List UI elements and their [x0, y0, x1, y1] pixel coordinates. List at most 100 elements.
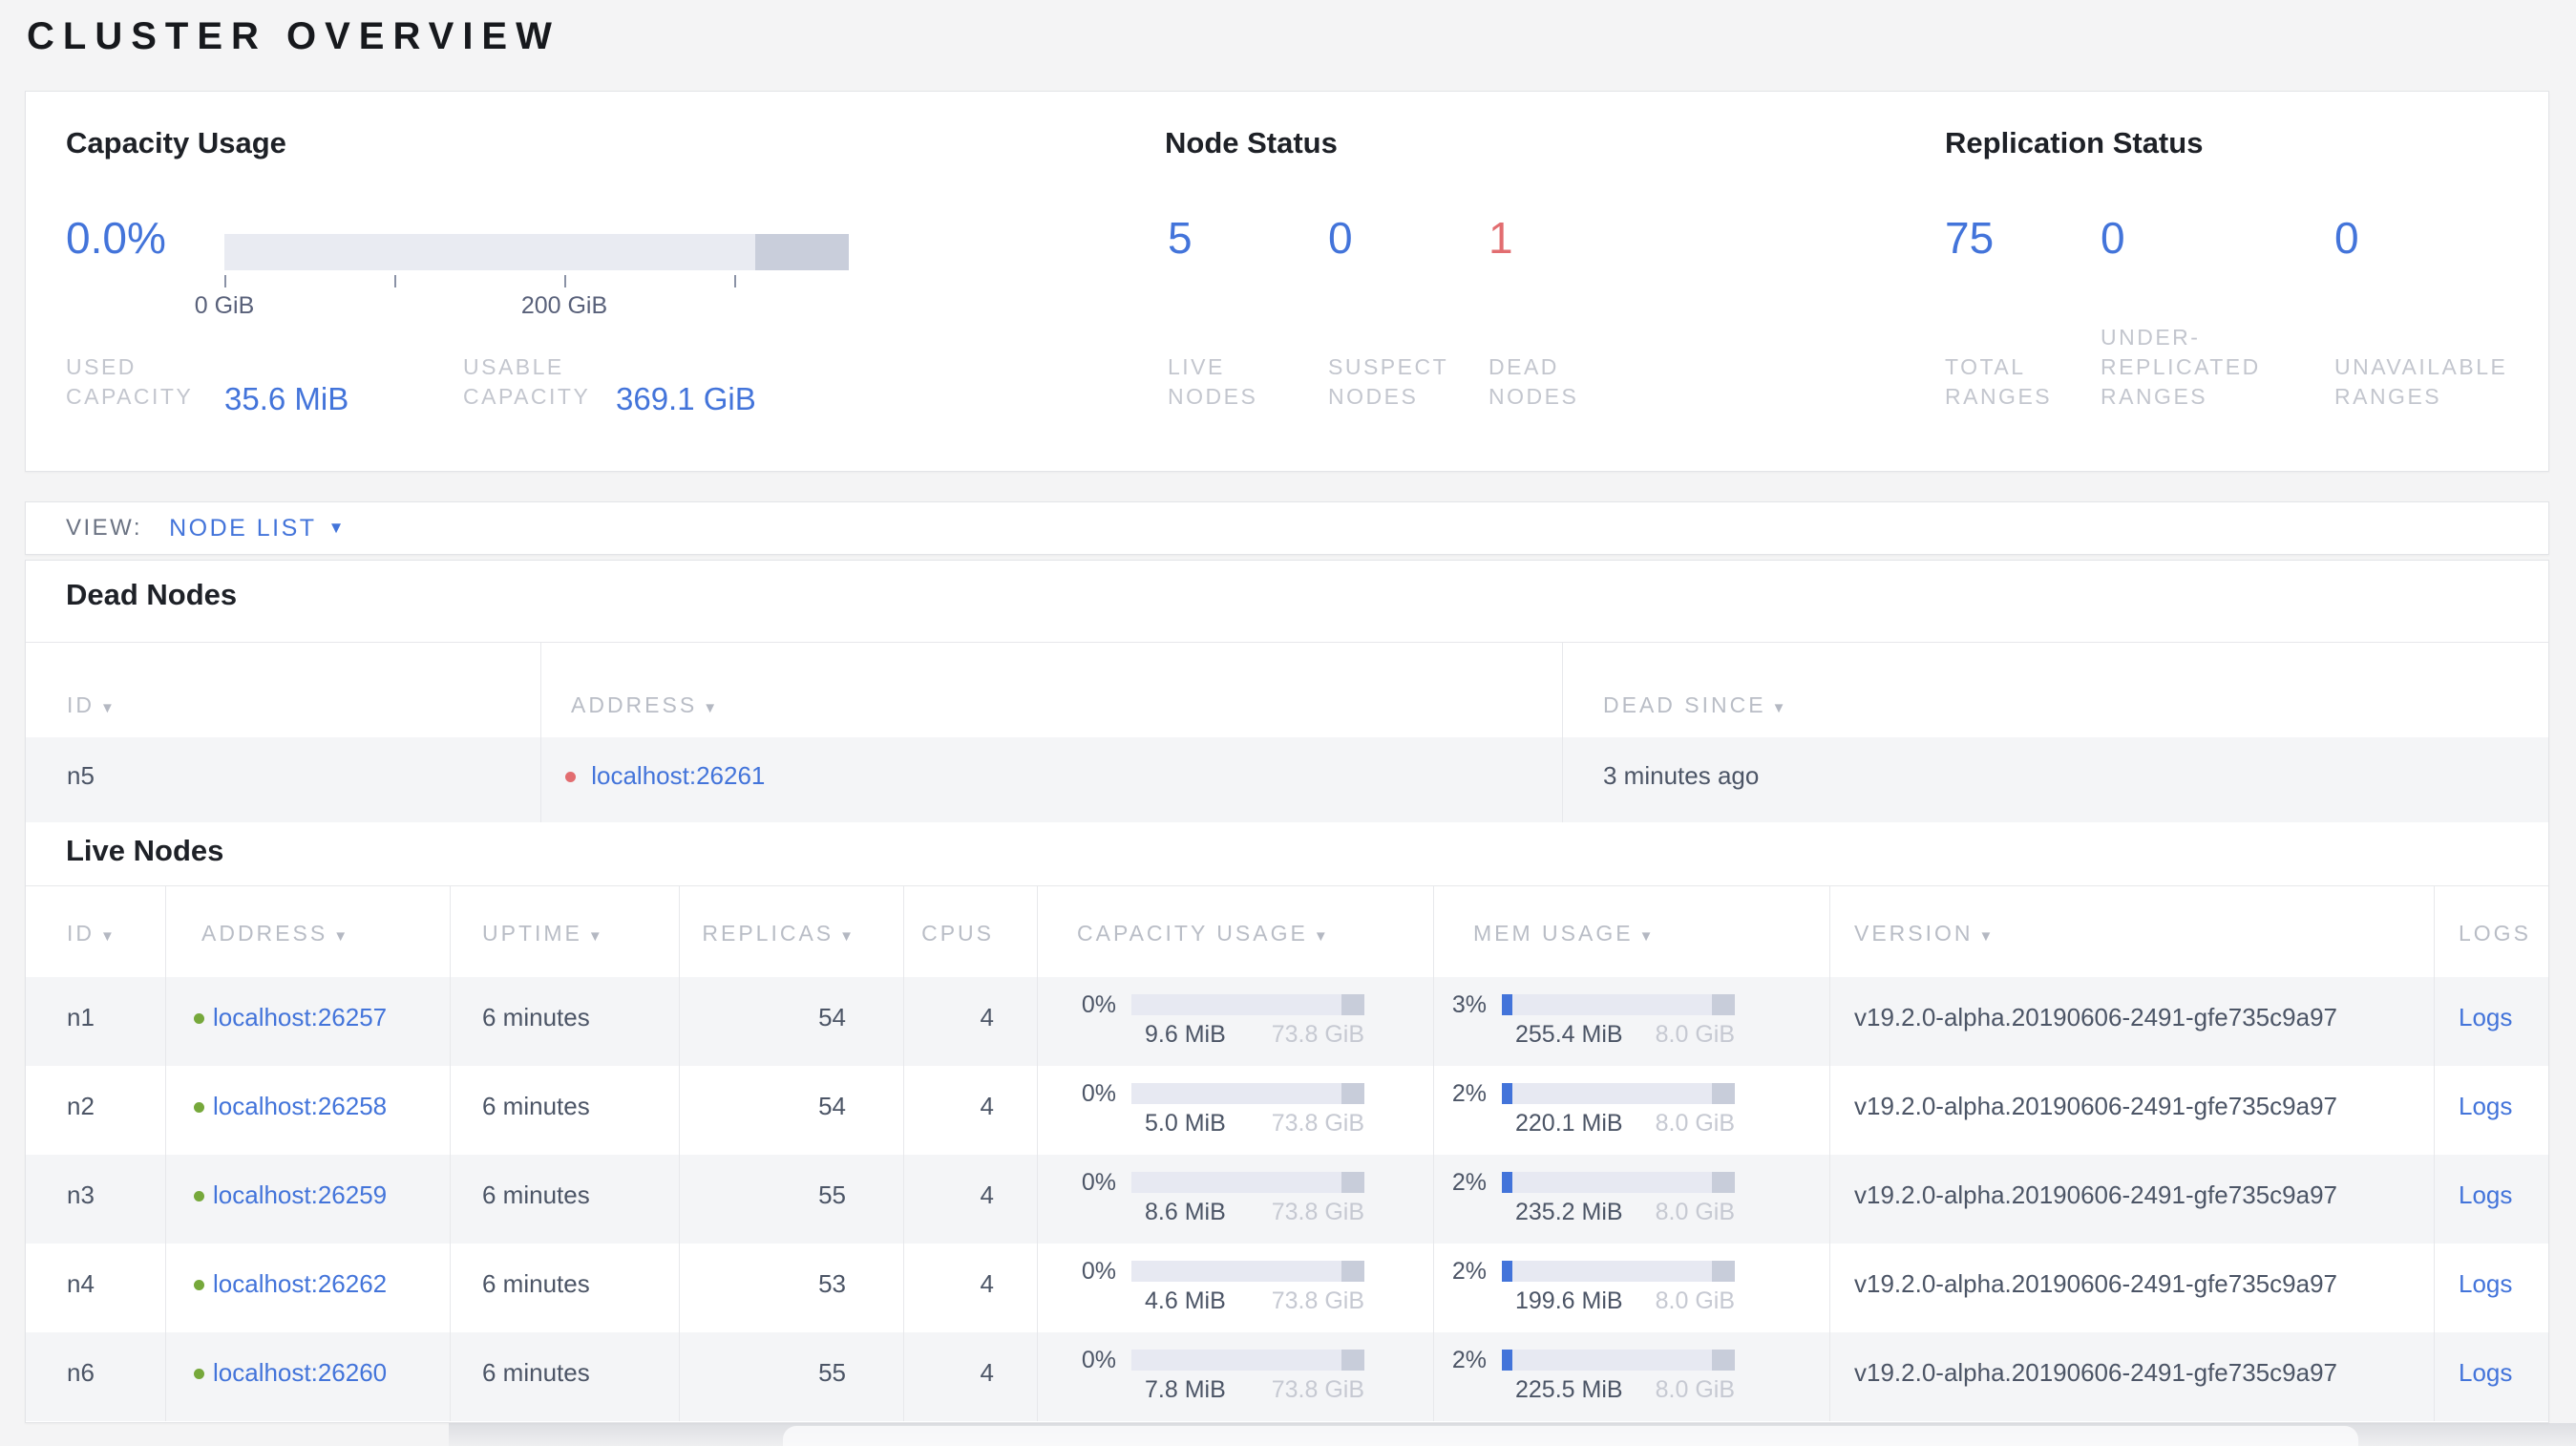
logs-link[interactable]: Logs [2459, 1269, 2512, 1299]
capacity-usage-bar [1131, 1083, 1364, 1104]
sort-desc-icon: ▼ [587, 928, 602, 945]
capacity-total: 73.8 GiB [1271, 1110, 1364, 1137]
column-divider [679, 885, 680, 1421]
live-status-icon [194, 1369, 204, 1379]
capacity-values: 9.6 MiB 73.8 GiB [1131, 1021, 1364, 1049]
dead-nodes-title: Dead Nodes [66, 578, 238, 611]
col-uptime[interactable]: UPTIME ▼ [482, 921, 602, 946]
page-title: CLUSTER OVERVIEW [27, 15, 560, 57]
memory-bar-fill [1502, 994, 1512, 1015]
memory-total: 8.0 GiB [1655, 1199, 1735, 1225]
live-nodes-table-header: ID ▼ ADDRESS ▼ UPTIME ▼ REPLICAS ▼ CPUS CAPA… [26, 885, 2548, 978]
capacity-usage-bar [224, 234, 849, 270]
dead-status-icon [565, 772, 576, 782]
node-id: n5 [67, 761, 95, 790]
col-logs: LOGS [2459, 921, 2531, 946]
logs-link[interactable]: Logs [2459, 1092, 2512, 1121]
node-id: n4 [67, 1269, 95, 1298]
cluster-summary-panel: Capacity Usage 0.0% 0 GiB 200 GiB USED C… [25, 91, 2549, 472]
capacity-percent: 0% [1081, 1080, 1116, 1107]
node-id: n6 [67, 1358, 95, 1387]
live-status-icon [194, 1102, 204, 1113]
node-address: localhost:26261 [565, 761, 765, 791]
usable-capacity-label: USABLE CAPACITY [463, 354, 591, 409]
node-address-link[interactable]: localhost:26258 [213, 1092, 387, 1120]
node-cpus: 4 [980, 1269, 994, 1298]
live-nodes-title: Live Nodes [66, 834, 224, 867]
capacity-usage-title: Capacity Usage [66, 126, 286, 159]
logs-link[interactable]: Logs [2459, 1180, 2512, 1210]
capacity-used: 8.6 MiB [1145, 1199, 1226, 1225]
column-divider [1829, 885, 1830, 1421]
memory-percent: 2% [1451, 1258, 1487, 1285]
node-address-link[interactable]: localhost:26257 [213, 1003, 387, 1031]
memory-usage-bar [1502, 1083, 1735, 1104]
total-ranges-stat: 75 TOTAL RANGES [1945, 92, 2093, 471]
live-node-row: n2 localhost:26258 6 minutes 54 4 0% 5.0… [26, 1066, 2548, 1155]
bottom-panel-edge [783, 1426, 2358, 1446]
memory-usage-bar [1502, 1350, 1735, 1371]
memory-used: 255.4 MiB [1515, 1021, 1623, 1048]
node-address-link[interactable]: localhost:26262 [213, 1269, 387, 1298]
used-capacity-value: 35.6 MiB [224, 381, 349, 416]
memory-values: 199.6 MiB 8.0 GiB [1502, 1287, 1735, 1315]
col-address[interactable]: ADDRESS ▼ [201, 921, 348, 946]
node-address-link[interactable]: localhost:26261 [591, 761, 765, 790]
col-version[interactable]: VERSION ▼ [1854, 921, 1993, 946]
sort-desc-icon: ▼ [333, 928, 348, 945]
node-address: localhost:26260 [194, 1358, 387, 1388]
live-status-icon [194, 1191, 204, 1201]
capacity-used: 7.8 MiB [1145, 1376, 1226, 1403]
sort-desc-icon: ▼ [1978, 928, 1994, 945]
dead-col-id[interactable]: ID ▼ [67, 692, 115, 718]
node-address-link[interactable]: localhost:26260 [213, 1358, 387, 1387]
memory-usage-bar [1502, 994, 1735, 1015]
node-address: localhost:26259 [194, 1180, 387, 1210]
capacity-values: 8.6 MiB 73.8 GiB [1131, 1199, 1364, 1226]
node-version: v19.2.0-alpha.20190606-2491-gfe735c9a97 [1854, 1092, 2337, 1120]
node-version: v19.2.0-alpha.20190606-2491-gfe735c9a97 [1854, 1003, 2337, 1031]
col-replicas[interactable]: REPLICAS ▼ [679, 921, 854, 946]
suspect-nodes-label: SUSPECT NODES [1328, 354, 1448, 409]
used-capacity-label: USED CAPACITY [66, 354, 194, 409]
capacity-usage-bar [1131, 1172, 1364, 1193]
live-node-row: n6 localhost:26260 6 minutes 55 4 0% 7.8… [26, 1332, 2548, 1421]
column-divider [165, 885, 166, 1421]
sort-desc-icon: ▼ [1313, 928, 1328, 945]
node-list-panel: Dead Nodes ID ▼ ADDRESS ▼ DEAD SINCE ▼ n5 l… [25, 560, 2549, 1423]
capacity-percent: 0% [1081, 991, 1116, 1018]
view-selected-option: NODE LIST [169, 514, 317, 542]
dead-col-address[interactable]: ADDRESS ▼ [571, 692, 717, 718]
capacity-usage-bar [1131, 1350, 1364, 1371]
node-id: n3 [67, 1180, 95, 1209]
capacity-values: 5.0 MiB 73.8 GiB [1131, 1110, 1364, 1138]
node-id: n2 [67, 1092, 95, 1120]
sort-desc-icon: ▼ [1771, 700, 1786, 716]
under-replicated-count: 0 [2101, 213, 2125, 263]
logs-link[interactable]: Logs [2459, 1003, 2512, 1032]
view-selector-dropdown[interactable]: NODE LIST ▼ [169, 515, 347, 542]
capacity-percent: 0% [1081, 1258, 1116, 1285]
logs-link[interactable]: Logs [2459, 1358, 2512, 1388]
col-id[interactable]: ID ▼ [67, 921, 115, 946]
node-cpus: 4 [980, 1180, 994, 1209]
capacity-used-percent: 0.0% [66, 213, 166, 263]
sort-desc-icon: ▼ [100, 700, 115, 716]
capacity-total: 73.8 GiB [1271, 1287, 1364, 1314]
node-replicas: 54 [818, 1003, 846, 1031]
node-address-link[interactable]: localhost:26259 [213, 1180, 387, 1209]
view-label: VIEW: [66, 515, 143, 541]
col-mem-usage[interactable]: MEM USAGE ▼ [1473, 921, 1653, 946]
col-capacity-usage[interactable]: CAPACITY USAGE ▼ [1077, 921, 1328, 946]
live-node-row: n1 localhost:26257 6 minutes 54 4 0% 9.6… [26, 977, 2548, 1066]
capacity-total: 73.8 GiB [1271, 1199, 1364, 1225]
capacity-percent: 0% [1081, 1169, 1116, 1196]
unavailable-label: UNAVAILABLE RANGES [2334, 354, 2508, 409]
column-divider [1562, 642, 1563, 822]
node-uptime: 6 minutes [482, 1358, 590, 1387]
node-cpus: 4 [980, 1003, 994, 1031]
node-version: v19.2.0-alpha.20190606-2491-gfe735c9a97 [1854, 1269, 2337, 1298]
memory-total: 8.0 GiB [1655, 1287, 1735, 1314]
memory-used: 220.1 MiB [1515, 1110, 1623, 1137]
dead-col-dead-since[interactable]: DEAD SINCE ▼ [1603, 692, 1785, 718]
